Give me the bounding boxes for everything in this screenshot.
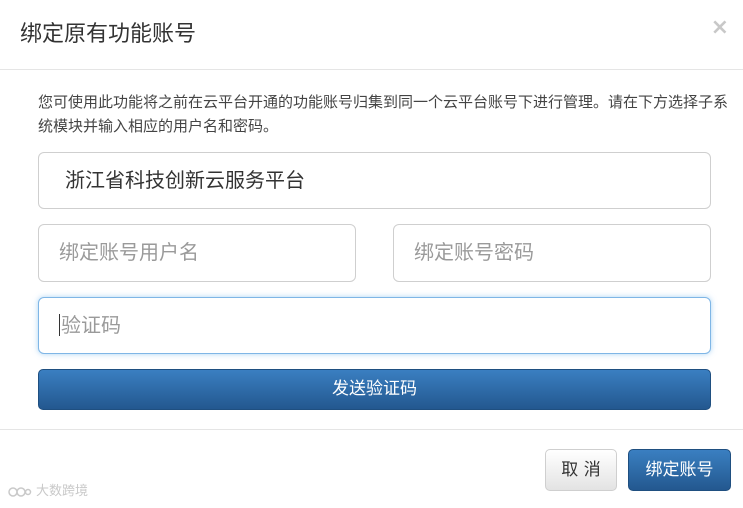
text-caret [59, 313, 60, 336]
username-placeholder: 绑定账号用户名 [59, 240, 199, 264]
bind-account-dialog: 绑定原有功能账号 × 您可使用此功能将之前在云平台开通的功能账号归集到同一个云平… [0, 0, 743, 508]
watermark-logo-icon [8, 487, 32, 497]
verification-code-input[interactable]: 验证码 [38, 297, 711, 354]
verification-code-placeholder: 验证码 [61, 313, 121, 337]
dialog-title: 绑定原有功能账号 [20, 22, 197, 47]
watermark: 大数跨境 [8, 483, 88, 501]
close-icon[interactable]: × [711, 15, 729, 41]
password-placeholder: 绑定账号密码 [414, 240, 534, 264]
dialog-description: 您可使用此功能将之前在云平台开通的功能账号归集到同一个云平台账号下进行管理。请在… [38, 93, 729, 135]
password-input[interactable]: 绑定账号密码 [393, 224, 711, 282]
watermark-text: 大数跨境 [36, 484, 89, 499]
username-input[interactable]: 绑定账号用户名 [38, 224, 356, 282]
subsystem-value: 浙江省科技创新云服务平台 [65, 168, 305, 192]
send-code-button[interactable]: 发送验证码 [38, 369, 711, 410]
cancel-button[interactable]: 取 消 [545, 449, 617, 491]
subsystem-select[interactable]: 浙江省科技创新云服务平台 [38, 152, 711, 209]
footer-divider [0, 429, 743, 430]
dialog-header: 绑定原有功能账号 × [0, 0, 743, 70]
bind-account-button[interactable]: 绑定账号 [628, 449, 731, 491]
